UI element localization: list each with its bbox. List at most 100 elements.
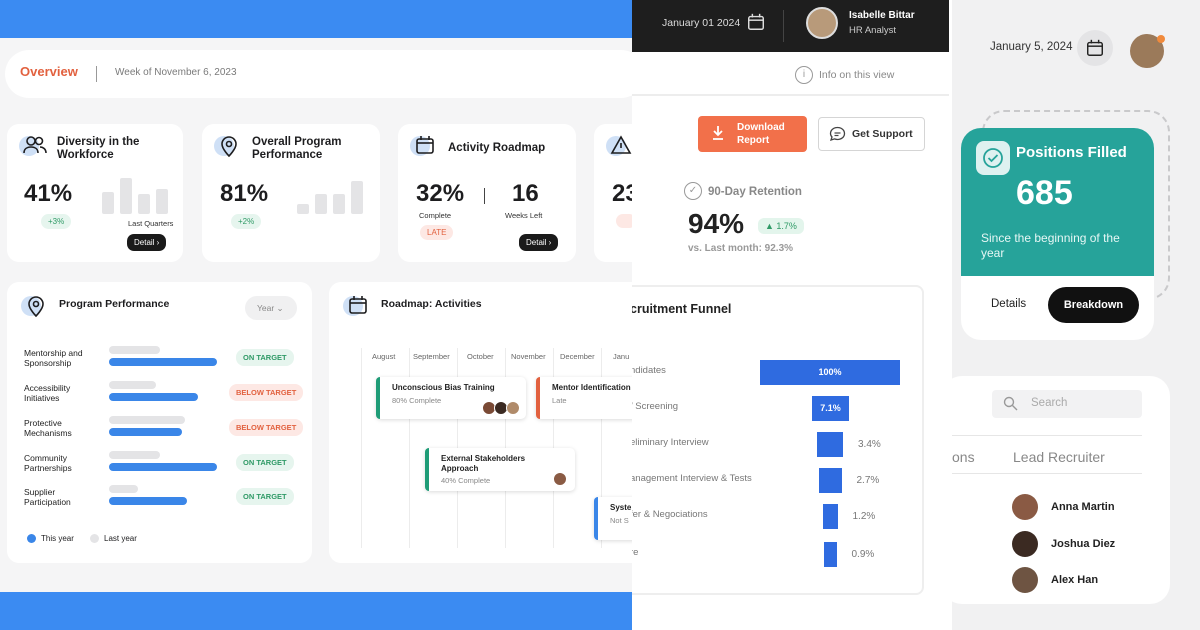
- funnel-percent: 2.7%: [856, 475, 880, 486]
- month-label: September: [413, 352, 450, 361]
- status-badge: ON TARGET: [236, 349, 294, 366]
- kpi-value: 23: [612, 180, 632, 207]
- period-select[interactable]: Year ⌄: [245, 296, 297, 320]
- legend-last-year-swatch: [90, 534, 99, 543]
- kpi-mini-bars: [297, 176, 367, 214]
- avatar[interactable]: [806, 7, 838, 39]
- kpi-change-badge: +3%: [41, 214, 72, 229]
- overview-header: Overview Week of November 6, 2023: [5, 50, 632, 98]
- get-support-button[interactable]: Get Support: [818, 117, 925, 151]
- activity-name: Syste: [610, 503, 632, 512]
- breakdown-button[interactable]: Breakdown: [1048, 287, 1139, 323]
- search-input[interactable]: Search: [992, 390, 1142, 418]
- kpi-title: Overall Program Performance: [252, 136, 342, 161]
- month-label: December: [560, 352, 595, 361]
- recruiter-name[interactable]: Alex Han: [1051, 574, 1098, 586]
- month-label: November: [511, 352, 546, 361]
- retention-panel: January 01 2024 Isabelle Bittar HR Analy…: [632, 0, 952, 630]
- positions-value: 685: [1016, 174, 1073, 212]
- funnel-bar: [819, 468, 842, 493]
- activity-card-stakeholders[interactable]: External Stakeholders Approach 40% Compl…: [425, 448, 575, 491]
- location-pin-icon: [21, 294, 49, 320]
- activity-name: Unconscious Bias Training: [392, 383, 495, 392]
- this-year-bar: [109, 358, 217, 366]
- last-year-bar: [109, 416, 185, 424]
- legend-last-year: Last year: [104, 534, 137, 543]
- kpi-change-badge: +2%: [231, 214, 262, 229]
- avatar: [1012, 567, 1038, 593]
- performance-row-label: Supplier Participation: [24, 487, 71, 507]
- retention-comparison: vs. Last month: 92.3%: [688, 243, 794, 254]
- details-button[interactable]: Details: [991, 298, 1026, 310]
- funnel-stage-label: eliminary Interview: [632, 437, 709, 448]
- notification-dot: [1157, 35, 1165, 43]
- info-icon[interactable]: i: [795, 66, 813, 84]
- last-year-bar: [109, 381, 156, 389]
- positions-filled-card: Positions Filled 685 Since the beginning…: [961, 128, 1154, 340]
- people-icon: [19, 134, 47, 160]
- status-badge: BELOW TARGET: [229, 384, 304, 401]
- divider: [952, 473, 1142, 474]
- right-date: January 5, 2024: [990, 41, 1073, 53]
- this-year-bar: [109, 463, 217, 471]
- download-report-button[interactable]: Download Report: [698, 116, 807, 152]
- detail-button[interactable]: Detail ›: [127, 234, 167, 251]
- this-year-bar: [109, 428, 182, 436]
- chat-icon: [829, 126, 846, 147]
- divider: [952, 435, 1142, 436]
- kpi-diversity-card: Diversity in the Workforce 41% +3% Last …: [7, 124, 183, 262]
- overview-title[interactable]: Overview: [20, 64, 78, 79]
- funnel-percent: 100%: [818, 367, 842, 377]
- this-year-bar: [109, 393, 198, 401]
- positions-panel: January 5, 2024 Positions Filled 685 Sin…: [952, 0, 1200, 630]
- activity-status: 40% Complete: [441, 476, 491, 485]
- top-bar: January 01 2024 Isabelle Bittar HR Analy…: [632, 0, 949, 52]
- status-badge: BELOW TARGET: [229, 419, 304, 436]
- activity-status: Not S: [610, 516, 629, 525]
- bars-caption: Last Quarters: [128, 219, 174, 228]
- performance-row-label: Mentorship and Sponsorship: [24, 348, 83, 368]
- user-name: Isabelle Bittar: [849, 10, 915, 21]
- roadmap-card: Roadmap: Activities August September Oct…: [329, 282, 632, 563]
- kpi-warning-card: 23: [594, 124, 632, 262]
- activity-card-bias-training[interactable]: Unconscious Bias Training 80% Complete: [376, 377, 526, 419]
- funnel-percent: 3.4%: [858, 439, 881, 450]
- info-link[interactable]: Info on this view: [819, 69, 894, 81]
- funnel-stage-label: anagement Interview & Tests: [632, 473, 752, 484]
- detail-button[interactable]: Detail ›: [519, 234, 559, 251]
- recruiter-name[interactable]: Joshua Diez: [1051, 538, 1115, 550]
- avatar: [1012, 494, 1038, 520]
- kpi-value: 81%: [220, 180, 269, 207]
- funnel-bar: 7.1%: [812, 396, 849, 421]
- activity-card-system[interactable]: Syste Not S: [594, 497, 632, 540]
- last-year-bar: [109, 485, 138, 493]
- column-header-lead-recruiter[interactable]: Lead Recruiter: [1013, 449, 1105, 465]
- kpi-program-performance-card: Overall Program Performance 81% +2%: [202, 124, 380, 262]
- funnel-stage-label: ndidates: [632, 365, 666, 376]
- month-label: Janu: [613, 352, 630, 361]
- calendar-button[interactable]: [1077, 30, 1113, 66]
- performance-row-label: Community Partnerships: [24, 453, 72, 473]
- card-title: Program Performance: [59, 298, 170, 310]
- recruiter-name[interactable]: Anna Martin: [1051, 501, 1115, 513]
- complete-label: Complete: [419, 211, 452, 220]
- header-date: January 01 2024: [662, 17, 741, 29]
- calendar-icon: [343, 294, 371, 320]
- funnel-bar: [817, 432, 843, 457]
- header-divider: [96, 66, 97, 82]
- divider: [783, 10, 784, 42]
- funnel-title: cruitment Funnel: [632, 302, 732, 316]
- funnel-stage-label: / Screening: [632, 401, 679, 412]
- week-label: Week of November 6, 2023: [115, 67, 237, 78]
- activity-card-mentor-identification[interactable]: Mentor Identification Late: [536, 377, 632, 419]
- funnel-percent: 7.1%: [820, 403, 841, 413]
- kpi-value: 32%: [416, 180, 465, 207]
- retention-change-badge: ▲ 1.7%: [758, 218, 804, 234]
- kpi-title: Diversity in the Workforce: [57, 136, 140, 161]
- check-icon: [976, 141, 1010, 175]
- activity-name: Mentor Identification: [552, 383, 631, 392]
- column-header-positions[interactable]: ons: [952, 449, 975, 465]
- calendar-icon[interactable]: [746, 12, 766, 37]
- month-label: October: [467, 352, 494, 361]
- this-year-bar: [109, 497, 187, 505]
